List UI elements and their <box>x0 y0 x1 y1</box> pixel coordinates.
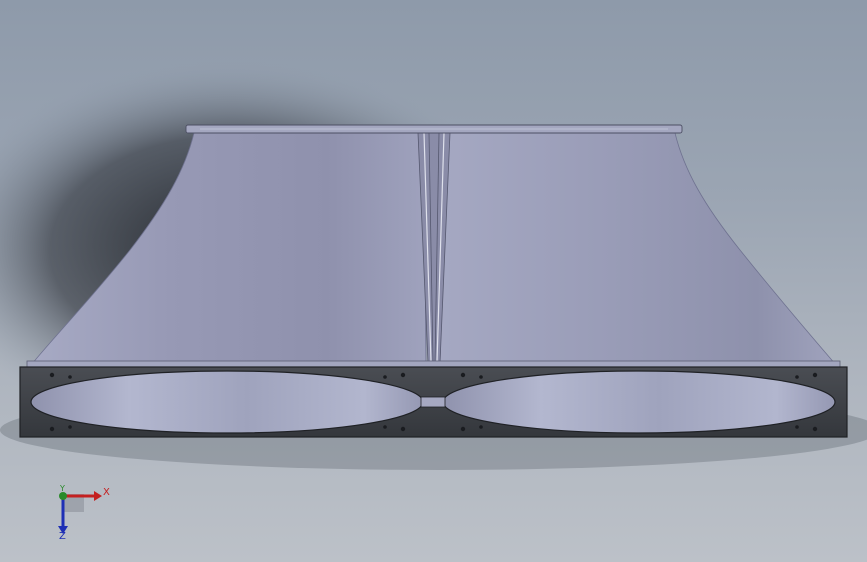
mounting-hole <box>68 375 72 379</box>
flared-body-right[interactable] <box>439 132 837 366</box>
left-fan-bore[interactable] <box>30 370 424 434</box>
mounting-hole <box>812 426 818 432</box>
y-axis-label: Y <box>60 484 65 493</box>
mounting-hole <box>812 372 818 378</box>
graphics-viewport[interactable]: X Y Z <box>0 0 867 562</box>
model-view[interactable] <box>0 0 867 562</box>
mounting-hole <box>400 426 406 432</box>
mounting-hole <box>795 425 799 429</box>
bore-bridge <box>420 396 446 408</box>
mounting-hole <box>460 426 466 432</box>
right-fan-bore[interactable] <box>442 370 836 434</box>
orientation-triad[interactable]: X Y Z <box>48 482 118 544</box>
x-axis-label: X <box>103 487 110 498</box>
mounting-hole <box>49 372 55 378</box>
mounting-hole <box>479 425 483 429</box>
x-axis-arrowhead <box>94 491 102 501</box>
mounting-hole <box>795 375 799 379</box>
mounting-hole <box>68 425 72 429</box>
z-axis-label: Z <box>59 531 66 542</box>
mounting-hole <box>383 375 387 379</box>
mounting-hole <box>479 375 483 379</box>
mounting-hole <box>49 426 55 432</box>
mounting-hole <box>400 372 406 378</box>
mounting-hole <box>460 372 466 378</box>
mounting-hole <box>383 425 387 429</box>
